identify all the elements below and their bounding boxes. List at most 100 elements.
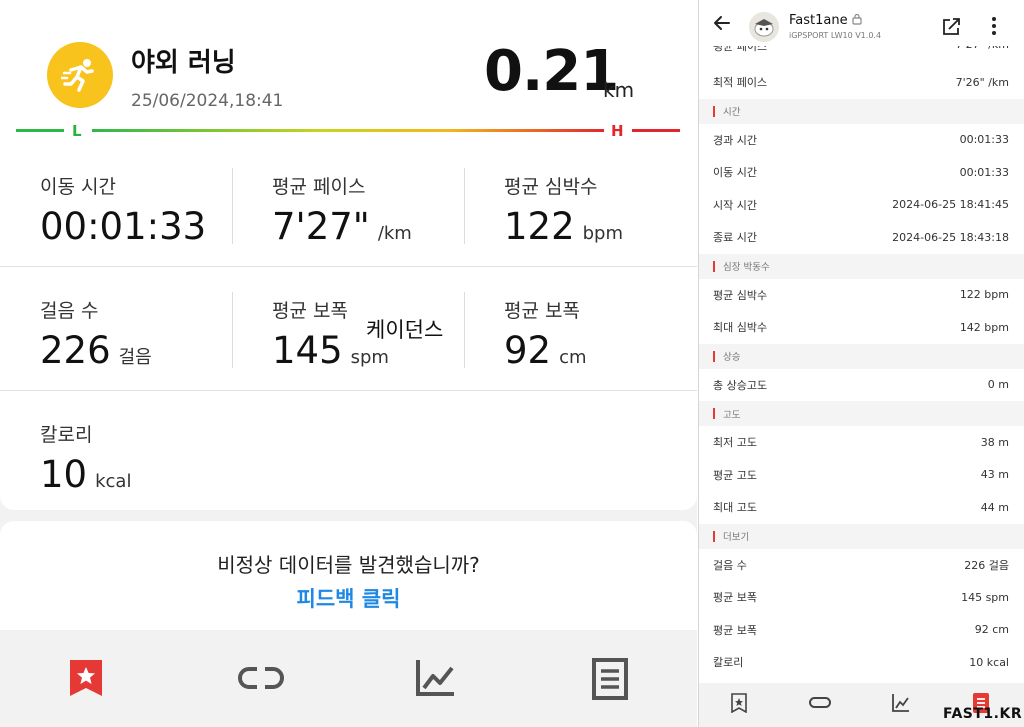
feedback-question: 비정상 데이터를 발견했습니까? (217, 553, 480, 577)
stat-label: 이동 시간 (40, 176, 116, 198)
divider (464, 168, 465, 244)
document-list-icon[interactable] (590, 658, 638, 702)
section-title: 심장 박동수 (723, 262, 770, 273)
stat-unit: spm (350, 347, 389, 368)
stat-moving-time: 이동 시간 00:01:33 (40, 172, 206, 248)
intensity-gradient-bar (16, 129, 680, 132)
detail-row-value: 43 m (980, 468, 1009, 482)
stat-label: 평균 보폭 (504, 300, 580, 322)
detail-section-header: 시간 (699, 98, 1024, 124)
section-marker (713, 530, 715, 542)
chart-line-icon[interactable] (892, 693, 910, 713)
detail-row-label: 이동 시간 (713, 166, 757, 180)
detail-row-label: 평균 보폭 (713, 591, 757, 605)
stat-avg-stride: 평균 보폭 92 cm (504, 296, 587, 372)
detail-row-label: 평균 보폭 (713, 623, 757, 637)
section-title: 상승 (723, 352, 741, 363)
detail-section-header: 고도 (699, 401, 1024, 426)
detail-row: 이동 시간 00:01:33 (699, 156, 1024, 189)
detail-row: 경과 시간 00:01:33 (699, 123, 1024, 156)
detail-row: 최대 심박수 142 bpm (699, 311, 1024, 344)
detail-row-label: 경과 시간 (713, 133, 757, 147)
detail-row-value: 92 cm (974, 623, 1009, 637)
detail-row: 평균 보폭 92 cm (699, 613, 1024, 646)
share-icon[interactable] (942, 16, 962, 36)
detail-row: 최저 고도 38 m (699, 426, 1024, 459)
detail-row-value: 2024-06-25 18:43:18 (892, 230, 1009, 244)
cadence-overlay-label: 케이던스 (366, 318, 444, 342)
detail-row-value: 142 bpm (959, 320, 1009, 334)
detail-section-header: 상승 (699, 343, 1024, 369)
detail-row-label: 최적 페이스 (713, 76, 768, 90)
detail-section-header: 심장 박동수 (699, 253, 1024, 279)
divider (232, 292, 233, 368)
activity-datetime: 25/06/2024,18:41 (131, 91, 284, 111)
detail-row: 칼로리 10 kcal (699, 646, 1024, 679)
detail-row-label: 칼로리 (713, 656, 744, 670)
back-arrow-icon[interactable] (713, 14, 731, 32)
detail-row: 평균 심박수 122 bpm (699, 278, 1024, 311)
stat-unit: 걸음 (118, 347, 152, 368)
avatar[interactable] (749, 12, 779, 42)
divider (232, 168, 233, 244)
detail-row-label: 시작 시간 (713, 198, 757, 212)
detail-row-value: 226 걸음 (964, 558, 1009, 572)
detail-row-label: 총 상승고도 (713, 378, 768, 392)
detail-row-value: 0 m (987, 378, 1009, 392)
stat-value: 122 (504, 205, 575, 248)
running-person-icon (47, 42, 113, 108)
stat-avg-pace: 평균 페이스 7'27" /km (272, 172, 412, 248)
detail-row: 평균 보폭 145 spm (699, 581, 1024, 614)
range-high-label: H (611, 122, 624, 140)
detail-row: 시작 시간 2024-06-25 18:41:45 (699, 188, 1024, 221)
chart-line-icon[interactable] (414, 658, 462, 702)
link-chain-icon[interactable] (809, 693, 831, 713)
activity-summary-panel: 야외 러닝 25/06/2024,18:41 0.21 km L H 이동 시간… (0, 0, 697, 727)
detail-row-label: 평균 심박수 (713, 288, 768, 302)
detail-row-value: 7'26" /km (955, 75, 1009, 89)
divider (464, 292, 465, 368)
stat-unit: bpm (582, 223, 624, 244)
detail-row: 총 상승고도 0 m (699, 368, 1024, 401)
detail-row-label: 최저 고도 (713, 436, 757, 450)
detail-row: 걸음 수 226 걸음 (699, 548, 1024, 581)
stat-unit: kcal (95, 471, 132, 492)
feedback-link[interactable]: 피드백 클릭 (0, 583, 697, 613)
lock-icon (852, 13, 862, 25)
detail-row-label: 걸음 수 (713, 558, 747, 572)
stat-label: 칼로리 (40, 424, 93, 446)
detail-list: 평균 페이스7'27" /km최적 페이스7'26" /km시간경과 시간00:… (699, 38, 1024, 679)
stat-value: 7'27" (272, 205, 370, 248)
bottom-nav (0, 630, 697, 727)
stat-value: 10 (40, 453, 88, 496)
watermark: FAST1.KR (943, 706, 1023, 722)
stat-value: 92 (504, 329, 552, 372)
divider (0, 390, 697, 391)
stat-unit: /km (377, 223, 412, 244)
bookmark-star-icon[interactable] (731, 693, 747, 713)
stat-label: 평균 심박수 (504, 176, 598, 198)
range-low-label: L (72, 122, 82, 140)
section-marker (713, 408, 715, 419)
section-title: 더보기 (723, 532, 750, 543)
distance-value: 0.21 (484, 39, 619, 104)
stat-label: 걸음 수 (40, 300, 99, 322)
stat-steps: 걸음 수 226 걸음 (40, 296, 152, 372)
distance-unit: km (603, 78, 635, 102)
detail-section-header: 더보기 (699, 523, 1024, 549)
more-vertical-icon[interactable] (991, 16, 997, 36)
detail-row-value: 122 bpm (959, 288, 1009, 302)
stat-value: 00:01:33 (40, 205, 207, 248)
detail-row-label: 종료 시간 (713, 231, 757, 245)
device-name: iGPSPORT LW10 V1.0.4 (789, 31, 882, 40)
divider (0, 266, 697, 267)
bookmark-star-icon[interactable] (66, 658, 114, 702)
detail-row-value: 00:01:33 (959, 133, 1009, 147)
detail-row-value: 10 kcal (969, 655, 1009, 669)
stat-value: 145 (272, 329, 343, 372)
section-marker (713, 350, 715, 362)
section-marker (713, 105, 715, 117)
link-chain-icon[interactable] (237, 658, 285, 702)
detail-row-value: 44 m (980, 500, 1009, 514)
detail-row-label: 평균 고도 (713, 468, 757, 482)
